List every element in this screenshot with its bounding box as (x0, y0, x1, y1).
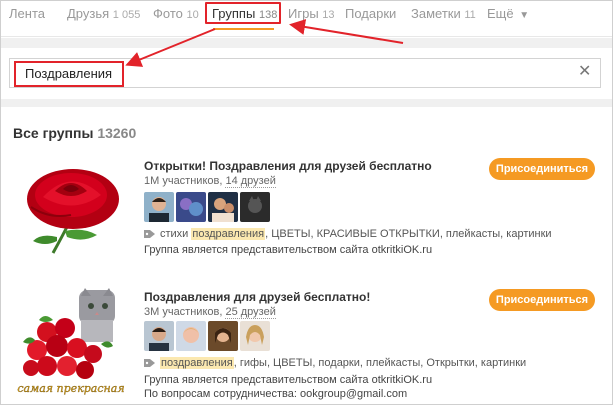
nav-label: Лента (9, 6, 45, 21)
results-title-text: Все группы (13, 125, 94, 141)
group-name[interactable]: Поздравления для друзей бесплатно! (144, 290, 370, 304)
group-description: Группа является представительством сайта… (144, 244, 433, 256)
nav-item-feed[interactable]: Лента (9, 6, 45, 21)
nav-item-gifts[interactable]: Подарки (345, 6, 396, 21)
avatar[interactable] (144, 192, 174, 222)
window: Лента Друзья 1 055 Фото 10 Группы 138 Иг… (0, 0, 613, 405)
tag-text: стихи (160, 228, 189, 240)
friend-avatars (144, 321, 270, 351)
avatar[interactable] (208, 321, 238, 351)
nav-item-friends[interactable]: Друзья 1 055 (67, 6, 140, 21)
nav-count: 10 (186, 9, 199, 21)
nav-count: 11 (464, 9, 476, 21)
chevron-down-icon: ▼ (519, 10, 530, 21)
tag-highlight: поздравления (160, 357, 234, 369)
thumbnail-caption: самая прекрасная (17, 382, 124, 395)
group-contact: По вопросам сотрудничества: ookgroup@gma… (144, 388, 408, 400)
group-thumbnail-rose[interactable] (13, 157, 131, 257)
friends-link[interactable]: 14 друзей (225, 175, 276, 188)
join-button[interactable]: Присоединиться (489, 158, 595, 180)
nav-label: Подарки (345, 6, 397, 21)
separator-band (1, 38, 612, 48)
avatar[interactable] (240, 192, 270, 222)
group-tags: поздравления, гифы, ЦВЕТЫ, подарки, плей… (144, 357, 526, 369)
tag-text: , гифы, ЦВЕТЫ, подарки, плейкасты, Откры… (233, 357, 527, 369)
group-meta: 1M участников, 14 друзей (144, 175, 276, 188)
nav-label: Ещё (487, 6, 514, 21)
avatar[interactable] (176, 192, 206, 222)
members-count: 1M участников, (144, 175, 223, 187)
avatar[interactable] (240, 321, 270, 351)
tag-icon (144, 230, 155, 238)
results-title: Все группы 13260 (13, 125, 136, 141)
tag-icon (144, 359, 155, 367)
nav-count: 13 (322, 9, 335, 21)
nav-label: Фото (153, 6, 183, 21)
tag-highlight: поздравления (191, 228, 266, 240)
close-icon[interactable]: ✕ (578, 62, 591, 82)
nav-item-photos[interactable]: Фото 10 (153, 6, 199, 21)
join-button[interactable]: Присоединиться (489, 289, 595, 311)
group-thumbnail-bouquet[interactable]: самая прекрасная (9, 288, 133, 398)
avatar[interactable] (208, 192, 238, 222)
avatar[interactable] (176, 321, 206, 351)
friends-link[interactable]: 25 друзей (225, 306, 276, 319)
members-count: 3M участников, (144, 306, 223, 318)
avatar[interactable] (144, 321, 174, 351)
group-meta: 3M участников, 25 друзей (144, 306, 276, 319)
tag-text: , ЦВЕТЫ, КРАСИВЫЕ ОТКРЫТКИ, плейкасты, к… (265, 228, 552, 240)
nav-label: Друзья (67, 6, 110, 21)
top-nav: Лента Друзья 1 055 Фото 10 Группы 138 Иг… (1, 1, 612, 37)
nav-label: Игры (288, 6, 319, 21)
nav-item-more[interactable]: Ещё ▼ (487, 6, 529, 21)
group-description: Группа является представительством сайта… (144, 374, 433, 386)
results-count: 13260 (97, 125, 137, 141)
nav-count: 1 055 (112, 9, 141, 21)
group-name[interactable]: Открытки! Поздравления для друзей беспла… (144, 159, 432, 173)
annotation-highlight-groups (205, 2, 281, 24)
friend-avatars (144, 192, 270, 222)
separator-band (1, 99, 612, 107)
nav-item-notes[interactable]: Заметки 11 (411, 6, 476, 21)
active-tab-indicator (213, 28, 274, 30)
group-tags: стихи поздравления, ЦВЕТЫ, КРАСИВЫЕ ОТКР… (144, 228, 552, 240)
nav-label: Заметки (411, 6, 461, 21)
annotation-highlight-search (14, 61, 124, 87)
nav-item-games[interactable]: Игры 13 (288, 6, 335, 21)
